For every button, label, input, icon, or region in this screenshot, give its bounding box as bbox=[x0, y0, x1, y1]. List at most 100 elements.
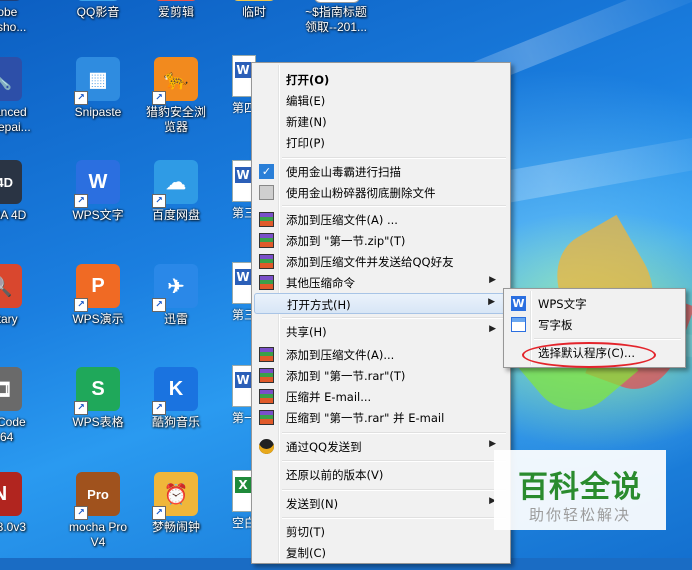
app-icon bbox=[232, 0, 276, 1]
menu-separator bbox=[534, 338, 681, 340]
app-icon: N bbox=[0, 472, 22, 516]
desktop-icon[interactable]: C4D↗NEMA 4D bbox=[0, 158, 36, 258]
wps-doc-icon: W bbox=[235, 167, 251, 183]
app-icon: ▶ bbox=[76, 0, 120, 1]
desktop-icon[interactable]: ~$指南标题 领取--201... bbox=[300, 0, 372, 55]
submenu-item-label: WPS文字 bbox=[538, 297, 587, 311]
wps-writer-icon: W bbox=[511, 296, 526, 311]
desktop-icon[interactable]: P ↗ WPS演示 bbox=[62, 262, 134, 362]
menu-item[interactable]: 通过QQ发送到 ▶ bbox=[254, 436, 506, 457]
shortcut-arrow-icon: ↗ bbox=[74, 506, 88, 520]
desktop-icon[interactable]: 🐆 ↗ 猎豹安全浏 览器 bbox=[140, 55, 212, 155]
shortcut-arrow-icon: ↗ bbox=[74, 194, 88, 208]
menu-item[interactable]: 其他压缩命令 ▶ bbox=[254, 272, 506, 293]
menu-separator bbox=[282, 460, 506, 462]
menu-item-label: 添加到压缩文件(A) ... bbox=[286, 213, 398, 227]
submenu-arrow-icon: ▶ bbox=[489, 275, 496, 285]
desktop-icon-label: 迅雷 bbox=[163, 312, 188, 326]
submenu-arrow-icon: ▶ bbox=[489, 439, 496, 449]
menu-item[interactable]: 使用金山粉碎器彻底删除文件 bbox=[254, 182, 506, 203]
rar-icon bbox=[259, 347, 274, 362]
wps-doc-icon: X bbox=[235, 477, 251, 493]
menu-item[interactable]: 还原以前的版本(V) bbox=[254, 464, 506, 485]
menu-item[interactable]: 添加到压缩文件(A) ... bbox=[254, 209, 506, 230]
menu-item[interactable]: 打开(O) bbox=[254, 69, 506, 90]
menu-item[interactable]: 打印(P) bbox=[254, 132, 506, 153]
menu-item-label: 剪切(T) bbox=[286, 525, 325, 539]
menu-item-label: 添加到 "第一节.rar"(T) bbox=[286, 369, 406, 383]
menu-item-label: 打开(O) bbox=[286, 73, 330, 87]
menu-item[interactable]: 新建(N) bbox=[254, 111, 506, 132]
menu-item[interactable]: 压缩并 E-mail... bbox=[254, 386, 506, 407]
wps-doc-icon: W bbox=[235, 62, 251, 78]
desktop-icon-label: uke 8.0v3 bbox=[0, 520, 27, 534]
menu-item-label: 打开方式(H) bbox=[287, 298, 351, 312]
menu-item[interactable]: 共享(H) ▶ bbox=[254, 321, 506, 342]
desktop-icon[interactable]: 🔧↗Advanced AR Repai... bbox=[0, 55, 36, 155]
submenu-item[interactable]: 写字板 bbox=[506, 314, 681, 335]
desktop-icon-label: 酷狗音乐 bbox=[151, 415, 200, 429]
shortcut-arrow-icon: ↗ bbox=[152, 298, 166, 312]
menu-item[interactable]: 添加到 "第一节.rar"(T) bbox=[254, 365, 506, 386]
shortcut-arrow-icon: ↗ bbox=[74, 91, 88, 105]
desktop-icon-label: 临时 bbox=[241, 5, 266, 19]
wps-doc-icon: W bbox=[235, 269, 251, 285]
rar-icon bbox=[259, 368, 274, 383]
app-icon: Ps bbox=[0, 0, 22, 1]
menu-item-label: 使用金山粉碎器彻底删除文件 bbox=[286, 186, 436, 200]
menu-item[interactable]: 添加到压缩文件并发送给QQ好友 bbox=[254, 251, 506, 272]
menu-item[interactable]: 压缩到 "第一节.rar" 并 E-mail bbox=[254, 407, 506, 428]
app-icon: C4D bbox=[0, 160, 22, 204]
desktop-icon[interactable]: ▦ ↗ Snipaste bbox=[62, 55, 134, 155]
desktop-icon[interactable]: 🔍↗Listary bbox=[0, 262, 36, 362]
rar-icon bbox=[259, 410, 274, 425]
menu-item-label: 其他压缩命令 bbox=[286, 276, 355, 290]
desktop-icon[interactable]: Ps Adobe hotosho... bbox=[0, 0, 36, 55]
submenu-item[interactable]: W WPS文字 bbox=[506, 293, 681, 314]
shortcut-arrow-icon: ↗ bbox=[74, 298, 88, 312]
desktop-icon-label: Adobe hotosho... bbox=[0, 5, 27, 34]
watermark: 百科全说 助你轻松解决 bbox=[494, 450, 666, 530]
menu-item[interactable]: 发送到(N) ▶ bbox=[254, 493, 506, 514]
menu-separator bbox=[282, 432, 506, 434]
desktop-icon[interactable]: 🎞↗ediaCode r x64 bbox=[0, 365, 36, 465]
desktop-icon-label: Advanced AR Repai... bbox=[0, 105, 31, 134]
desktop-icon[interactable]: ✂ 爱剪辑 bbox=[140, 0, 212, 55]
menu-item[interactable]: 复制(C) bbox=[254, 542, 506, 563]
menu-item-label: 压缩并 E-mail... bbox=[286, 390, 372, 404]
zip-icon bbox=[259, 233, 274, 248]
desktop-icon[interactable]: ▶ QQ影音 bbox=[62, 0, 134, 55]
desktop-icon[interactable]: ✈ ↗ 迅雷 bbox=[140, 262, 212, 362]
desktop-icon-label: 百度网盘 bbox=[151, 208, 200, 222]
menu-item[interactable]: ✓ 使用金山毒霸进行扫描 bbox=[254, 161, 506, 182]
desktop-icon[interactable]: K ↗ 酷狗音乐 bbox=[140, 365, 212, 465]
menu-separator bbox=[282, 157, 506, 159]
desktop-icon-label: ediaCode r x64 bbox=[0, 415, 26, 444]
menu-separator bbox=[282, 517, 506, 519]
menu-item-label: 压缩到 "第一节.rar" 并 E-mail bbox=[286, 411, 445, 425]
menu-item-label: 还原以前的版本(V) bbox=[286, 468, 384, 482]
desktop-icon[interactable]: S ↗ WPS表格 bbox=[62, 365, 134, 465]
menu-item[interactable]: 打开方式(H) ▶ bbox=[254, 293, 506, 314]
desktop-icon[interactable]: N↗uke 8.0v3 bbox=[0, 470, 36, 570]
shortcut-arrow-icon: ↗ bbox=[152, 506, 166, 520]
app-icon bbox=[314, 0, 360, 3]
wps-doc-icon: W bbox=[235, 372, 251, 388]
desktop-icon-label: 梦畅闹钟 bbox=[151, 520, 200, 534]
zip-icon bbox=[259, 275, 274, 290]
desktop-icon[interactable]: ⏰ ↗ 梦畅闹钟 bbox=[140, 470, 212, 570]
desktop-icon-label: mocha Pro V4 bbox=[68, 520, 128, 549]
shortcut-arrow-icon: ↗ bbox=[74, 401, 88, 415]
app-icon: ✂ bbox=[154, 0, 198, 1]
desktop-icon-label: Snipaste bbox=[74, 105, 122, 119]
menu-separator bbox=[282, 205, 506, 207]
menu-item[interactable]: 添加到 "第一节.zip"(T) bbox=[254, 230, 506, 251]
menu-item[interactable]: 添加到压缩文件(A)... bbox=[254, 344, 506, 365]
menu-item[interactable]: 编辑(E) bbox=[254, 90, 506, 111]
desktop-icon[interactable]: 临时 bbox=[218, 0, 290, 55]
desktop-icon[interactable]: W ↗ WPS文字 bbox=[62, 158, 134, 258]
desktop-icon[interactable]: Pro ↗ mocha Pro V4 bbox=[62, 470, 134, 570]
menu-item[interactable]: 剪切(T) bbox=[254, 521, 506, 542]
desktop-icon[interactable]: ☁ ↗ 百度网盘 bbox=[140, 158, 212, 258]
zip-icon bbox=[259, 212, 274, 227]
